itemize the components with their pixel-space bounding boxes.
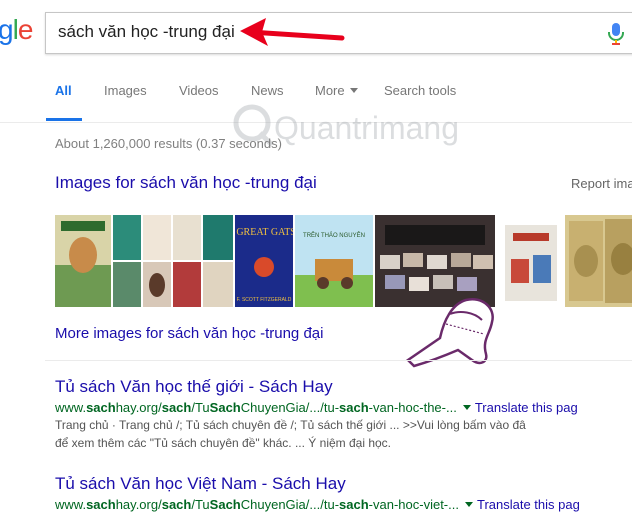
top-bar: gle sách văn học -trung đại bbox=[0, 0, 632, 70]
book-collage bbox=[113, 215, 233, 307]
svg-text:TRÊN THẢO NGUYÊN: TRÊN THẢO NGUYÊN bbox=[303, 231, 365, 239]
active-tab-indicator bbox=[46, 118, 82, 121]
translate-link[interactable]: Translate this pag bbox=[475, 400, 578, 415]
chevron-down-icon[interactable] bbox=[464, 502, 473, 507]
tab-images[interactable]: Images bbox=[104, 83, 147, 98]
translate-link[interactable]: Translate this pag bbox=[477, 497, 580, 512]
thumbnail-3[interactable]: TRÊN THẢO NGUYÊN bbox=[295, 215, 373, 307]
great-gatsby-cover: The GREAT GATSBY F. SCOTT FITZGERALD bbox=[235, 215, 293, 307]
thumbnail-1[interactable] bbox=[55, 215, 111, 307]
antique-books-photo bbox=[565, 215, 632, 307]
svg-text:F. SCOTT FITZGERALD: F. SCOTT FITZGERALD bbox=[237, 297, 292, 303]
tab-videos[interactable]: Videos bbox=[179, 83, 219, 98]
search-input[interactable]: sách văn học -trung đại bbox=[58, 22, 235, 42]
image-thumbnails: The GREAT GATSBY F. SCOTT FITZGERALD TRÊ… bbox=[55, 215, 632, 307]
result-title-link[interactable]: Tủ sách Văn học Việt Nam - Sách Hay bbox=[55, 474, 632, 494]
search-result: Tủ sách Văn học Việt Nam - Sách Hay www.… bbox=[55, 474, 632, 512]
book-cover-houses bbox=[505, 215, 557, 307]
result-snippet-line: để xem thêm các "Tủ sách chuyên đề" khác… bbox=[55, 436, 392, 450]
chevron-down-icon bbox=[349, 88, 358, 93]
svg-text:Quantrimang: Quantrimang bbox=[274, 110, 459, 146]
result-url: www.sachhay.org/sach/TuSachChuyenGia/...… bbox=[55, 497, 580, 512]
thumbnail-2[interactable] bbox=[113, 215, 233, 307]
more-images-link[interactable]: More images for sách văn học -trung đại bbox=[55, 325, 323, 342]
result-url: www.sachhay.org/sach/TuSachChuyenGia/...… bbox=[55, 400, 578, 415]
thumbnail-6[interactable] bbox=[565, 215, 632, 307]
report-images-link[interactable]: Report ima bbox=[571, 176, 632, 191]
thumbnail-great-gatsby[interactable]: The GREAT GATSBY F. SCOTT FITZGERALD bbox=[235, 215, 293, 307]
pointing-hand-icon bbox=[406, 297, 494, 368]
result-stats: About 1,260,000 results (0.37 seconds) bbox=[55, 136, 282, 151]
google-logo[interactable]: gle bbox=[0, 14, 33, 46]
book-cover-meadow: TRÊN THẢO NGUYÊN bbox=[295, 215, 373, 307]
images-heading-link[interactable]: Images for sách văn học -trung đại bbox=[55, 173, 317, 193]
svg-text:The GREAT GATSBY: The GREAT GATSBY bbox=[235, 227, 293, 238]
tab-all[interactable]: All bbox=[55, 83, 72, 98]
thumbnail-5[interactable] bbox=[505, 215, 557, 307]
chevron-down-icon[interactable] bbox=[462, 405, 471, 410]
microphone-icon[interactable] bbox=[606, 22, 626, 46]
book-cover-green bbox=[55, 215, 111, 307]
section-divider bbox=[45, 360, 632, 361]
result-snippet-line: Trang chủ · Trang chủ /; Tủ sách chuyên … bbox=[55, 418, 526, 432]
result-title-link[interactable]: Tủ sách Văn học thế giới - Sách Hay bbox=[55, 377, 632, 397]
search-result: Tủ sách Văn học thế giới - Sách Hay www.… bbox=[55, 377, 632, 451]
red-arrow-annotation bbox=[240, 18, 345, 46]
